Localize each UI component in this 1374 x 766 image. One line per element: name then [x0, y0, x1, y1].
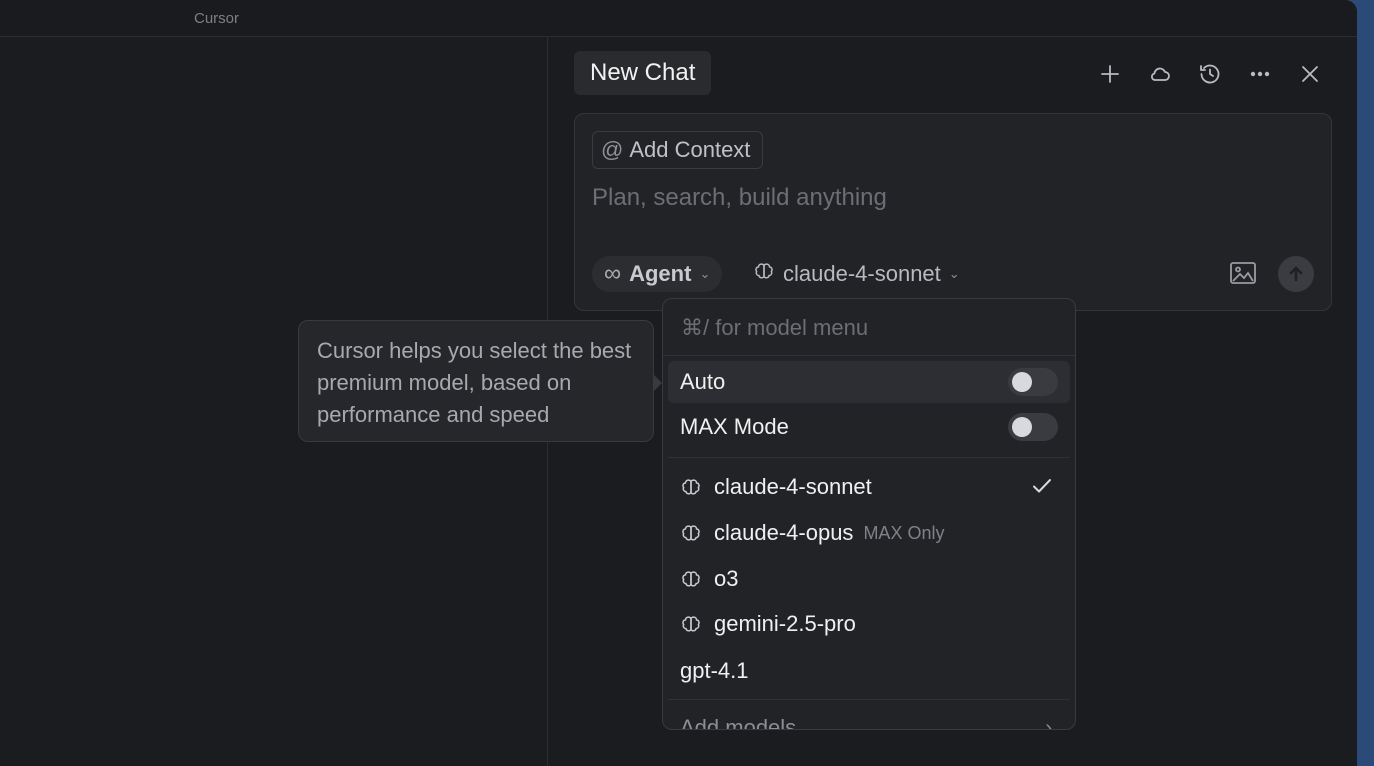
more-options-button[interactable]	[1243, 57, 1277, 91]
model-name: claude-4-sonnet	[714, 474, 872, 499]
cloud-icon	[1151, 67, 1170, 81]
max-mode-toggle[interactable]	[1008, 413, 1058, 441]
image-icon	[1230, 262, 1256, 284]
chat-history-button[interactable]	[1193, 57, 1227, 91]
chat-header-actions	[1093, 57, 1327, 91]
model-selector[interactable]: claude-4-sonnet ⌄	[753, 256, 960, 292]
model-item-claude-4-opus[interactable]: claude-4-opus MAX Only	[668, 512, 1070, 554]
close-chat-button[interactable]	[1293, 57, 1327, 91]
infinity-icon: ∞	[604, 260, 622, 287]
arrow-up-icon	[1289, 266, 1303, 282]
new-chat-button[interactable]	[1093, 57, 1127, 91]
agent-mode-selector[interactable]: ∞ Agent ⌄	[592, 256, 723, 292]
auto-mode-tooltip: Cursor helps you select the best premium…	[298, 320, 654, 442]
more-icon	[1250, 71, 1270, 77]
toggle-knob	[1012, 417, 1032, 437]
max-mode-row[interactable]: MAX Mode	[668, 406, 1070, 448]
max-only-badge: MAX Only	[863, 522, 945, 543]
chevron-down-icon: ⌄	[948, 266, 960, 281]
add-models-label: Add models	[680, 715, 797, 730]
auto-label: Auto	[680, 369, 726, 394]
toggle-knob	[1012, 372, 1032, 392]
cursor-window: Cursor New Chat @ Add Context Plan, sear…	[0, 0, 1357, 766]
at-icon: @	[601, 137, 624, 162]
title-bar: Cursor	[0, 0, 1357, 37]
chat-input[interactable]: Plan, search, build anything	[592, 184, 887, 212]
brain-icon	[680, 613, 702, 635]
attach-image-button[interactable]	[1229, 260, 1259, 288]
brain-icon	[680, 568, 702, 590]
brain-icon	[680, 522, 702, 544]
model-menu-search	[663, 299, 1075, 356]
model-item-gemini-2-5-pro[interactable]: gemini-2.5-pro	[668, 603, 1070, 645]
model-item-gpt-4-1[interactable]: gpt-4.1	[668, 650, 1070, 692]
model-item-claude-4-sonnet[interactable]: claude-4-sonnet	[668, 466, 1070, 508]
model-label: claude-4-sonnet	[783, 261, 941, 286]
menu-divider	[668, 457, 1070, 458]
chat-composer: @ Add Context Plan, search, build anythi…	[574, 113, 1332, 311]
add-models-item[interactable]: Add models ›	[668, 707, 1070, 730]
close-icon	[1302, 66, 1318, 82]
checkmark-icon	[1030, 474, 1054, 504]
add-context-label: Add Context	[629, 137, 751, 162]
chat-tab-new-chat[interactable]: New Chat	[574, 51, 712, 95]
menu-divider	[668, 699, 1070, 700]
chevron-down-icon: ⌄	[699, 266, 711, 281]
model-item-o3[interactable]: o3	[668, 558, 1070, 600]
background-agent-button[interactable]	[1143, 57, 1177, 91]
auto-row[interactable]: Auto	[668, 361, 1070, 403]
brain-icon	[680, 476, 702, 498]
model-name: gpt-4.1	[680, 658, 749, 683]
add-context-button[interactable]: @ Add Context	[592, 131, 764, 169]
auto-toggle[interactable]	[1008, 368, 1058, 396]
window-title: Cursor	[194, 10, 240, 27]
model-search-input[interactable]	[679, 309, 1053, 347]
mode-label: Agent	[629, 261, 692, 286]
send-button[interactable]	[1278, 256, 1314, 292]
chevron-right-icon: ›	[1045, 716, 1052, 730]
model-name: claude-4-opus	[714, 520, 854, 545]
plus-icon	[1101, 65, 1119, 83]
history-icon	[1200, 64, 1220, 84]
brain-icon	[753, 260, 775, 288]
model-name: gemini-2.5-pro	[714, 611, 856, 636]
tooltip-arrow	[653, 374, 662, 392]
model-name: o3	[714, 566, 739, 591]
max-mode-label: MAX Mode	[680, 414, 789, 439]
model-menu: Auto MAX Mode claude-4-sonnet claude-4-o…	[662, 298, 1076, 730]
